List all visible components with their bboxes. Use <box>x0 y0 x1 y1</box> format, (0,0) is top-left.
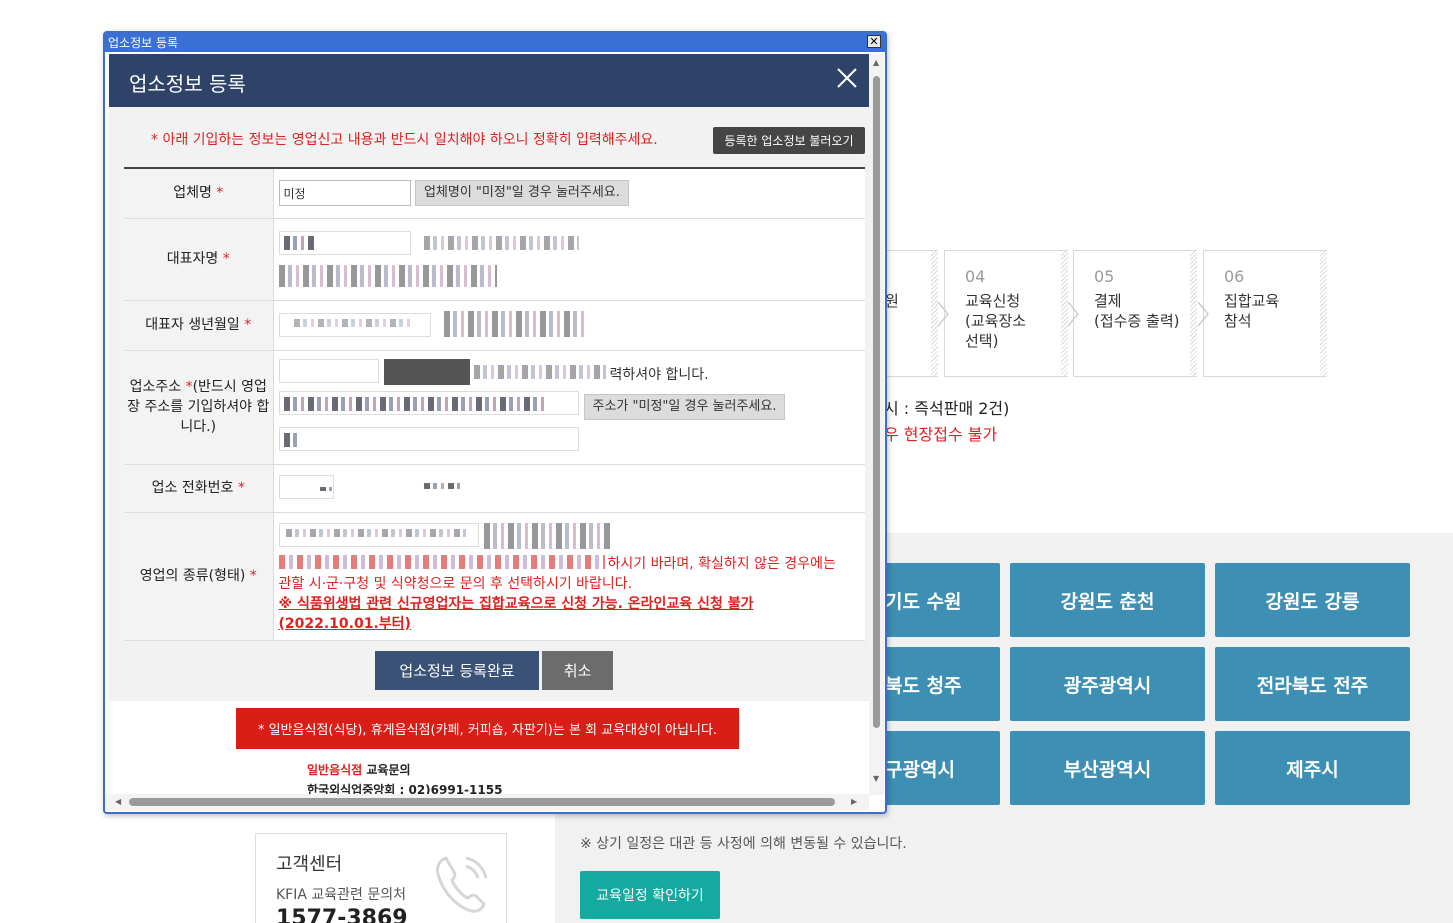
dialog-body: * 아래 기입하는 정보는 영업신고 내용과 반드시 일치해야 하오니 정확히 … <box>109 107 869 701</box>
form-row-representative: 대표자명 * <box>124 218 865 301</box>
scrollbar-thumb[interactable] <box>129 798 835 806</box>
new-business-notice: ※ 식품위생법 관련 신규영업자는 집합교육으로 신청 가능. 온라인교육 신청… <box>278 595 754 632</box>
step-label: 원 <box>885 292 899 310</box>
vertical-scrollbar[interactable]: ▲ ▼ <box>869 54 884 795</box>
address-detail-input[interactable] <box>278 426 579 451</box>
field-label: 대표자명 * <box>124 218 273 301</box>
redacted-text <box>319 486 332 491</box>
zipcode-search-button[interactable] <box>383 358 470 385</box>
form-row-phone: 업소 전화번호 * <box>124 464 865 513</box>
redacted-button[interactable] <box>483 522 612 549</box>
redacted-text <box>423 482 460 489</box>
chevron-right-icon <box>1197 301 1209 327</box>
form-row-business-type: 영업의 종류(형태) * 하시기 바라며, 확실하지 않은 경우에는 관할 시·… <box>124 512 865 641</box>
zipcode-input[interactable] <box>278 358 379 383</box>
region-button[interactable]: 광주광역시 <box>1010 647 1205 721</box>
window-close-button[interactable]: ✕ <box>867 35 881 48</box>
form-row-birthdate: 대표자 생년월일 * <box>124 300 865 351</box>
region-button[interactable]: 제주시 <box>1215 731 1410 805</box>
not-eligible-banner: * 일반음식점(식당), 휴게음식점(카페, 커피숍, 자판기)는 본 회 교육… <box>236 708 739 749</box>
scrollbar-thumb[interactable] <box>873 76 880 728</box>
customer-center-box: 고객센터 KFIA 교육관련 문의처 1577-3869 <box>255 833 507 923</box>
step-04: 04 교육신청 (교육장소 선택) <box>944 250 1068 377</box>
address-hint: 력하셔야 합니다. <box>609 366 709 383</box>
business-type-help: 하시기 바라며, 확실하지 않은 경우에는 <box>607 555 836 572</box>
redacted-text <box>285 528 466 537</box>
redacted-text <box>473 364 606 379</box>
business-name-undecided-button[interactable]: 업체명이 "미정"일 경우 눌러주세요. <box>414 180 629 207</box>
field-label: 대표자 생년월일 * <box>124 300 273 351</box>
step-05: 05 결제 (접수증 출력) <box>1073 250 1197 377</box>
step-06: 06 집합교육 참석 <box>1203 250 1327 377</box>
chevron-right-icon <box>937 301 949 327</box>
redacted-text <box>278 554 605 569</box>
business-type-help: 관할 시·군·구청 및 식약청으로 문의 후 선택하시기 바랍니다. <box>278 575 633 592</box>
business-info-form: 업체명 * 미정 업체명이 "미정"일 경우 눌러주세요. 대표자명 * 대표자… <box>124 167 865 641</box>
cancel-button[interactable]: 취소 <box>542 651 613 690</box>
close-icon[interactable] <box>835 66 859 90</box>
step-number: 06 <box>1224 267 1245 286</box>
contact-heading: 일반음식점 교육문의 <box>307 763 411 777</box>
customer-center-title: 고객센터 <box>276 854 343 875</box>
field-label: 업소 전화번호 * <box>124 464 273 513</box>
redacted-text <box>283 235 314 250</box>
field-label: 영업의 종류(형태) * <box>124 512 273 641</box>
bg-note-red: 우 현장접수 불가 <box>884 425 998 444</box>
redacted-button[interactable] <box>443 310 586 337</box>
address-undecided-button[interactable]: 주소가 "미정"일 경우 눌러주세요. <box>583 393 786 420</box>
step-label: 집합교육 참석 <box>1224 292 1280 330</box>
field-label: 업소주소 *(반드시 영업장 주소를 기입하셔야 합니다.) <box>124 350 273 465</box>
redacted-button[interactable] <box>278 264 497 287</box>
window-titlebar: 업소정보 등록 ✕ <box>105 33 885 52</box>
business-name-input[interactable]: 미정 <box>278 180 411 207</box>
accuracy-warning: * 아래 기입하는 정보는 영업신고 내용과 반드시 일치해야 하오니 정확히 … <box>151 132 658 148</box>
redacted-text <box>293 318 414 327</box>
scroll-up-arrow-icon[interactable]: ▲ <box>873 58 879 67</box>
phone-icon <box>436 856 488 913</box>
load-saved-info-button[interactable]: 등록한 업소정보 불러오기 <box>713 127 865 154</box>
region-button[interactable]: 강원도 강릉 <box>1215 563 1410 637</box>
form-row-business-name: 업체명 * 미정 업체명이 "미정"일 경우 눌러주세요. <box>124 168 865 219</box>
popup-window: 업소정보 등록 ✕ 업소정보 등록 * 아래 기입하는 정보는 영업신고 내용과… <box>103 31 887 814</box>
horizontal-scrollbar[interactable]: ◀ ▶ <box>105 794 869 810</box>
chevron-right-icon <box>1067 301 1079 327</box>
scroll-down-arrow-icon[interactable]: ▼ <box>873 774 879 783</box>
step-number: 04 <box>965 267 986 286</box>
customer-center-subtitle: KFIA 교육관련 문의처 <box>276 887 406 903</box>
region-button[interactable]: 전라북도 전주 <box>1215 647 1410 721</box>
schedule-notice: ※ 상기 일정은 대관 등 사정에 의해 변동될 수 있습니다. <box>580 836 907 852</box>
field-label: 업체명 * <box>124 168 273 219</box>
bg-note: 시 : 즉석판매 2건) <box>884 399 1010 418</box>
step-label: 교육신청 (교육장소 선택) <box>965 292 1027 350</box>
scroll-right-arrow-icon[interactable]: ▶ <box>851 797 857 806</box>
customer-center-phone: 1577-3869 <box>276 906 408 923</box>
region-button[interactable]: 강원도 춘천 <box>1010 563 1205 637</box>
redacted-text <box>283 432 300 447</box>
step-label: 결제 (접수증 출력) <box>1094 292 1180 330</box>
region-button[interactable]: 부산광역시 <box>1010 731 1205 805</box>
window-title: 업소정보 등록 <box>108 36 179 50</box>
form-row-address: 업소주소 *(반드시 영업장 주소를 기입하셔야 합니다.) 력하셔야 합니다.… <box>124 350 865 465</box>
redacted-text <box>423 235 579 250</box>
step-number: 05 <box>1094 267 1115 286</box>
scroll-left-arrow-icon[interactable]: ◀ <box>115 797 121 806</box>
dialog-header: 업소정보 등록 <box>109 54 869 107</box>
redacted-text <box>283 396 546 411</box>
dialog-title: 업소정보 등록 <box>129 72 246 96</box>
submit-button[interactable]: 업소정보 등록완료 <box>375 651 539 690</box>
schedule-button[interactable]: 교육일정 확인하기 <box>580 871 720 919</box>
